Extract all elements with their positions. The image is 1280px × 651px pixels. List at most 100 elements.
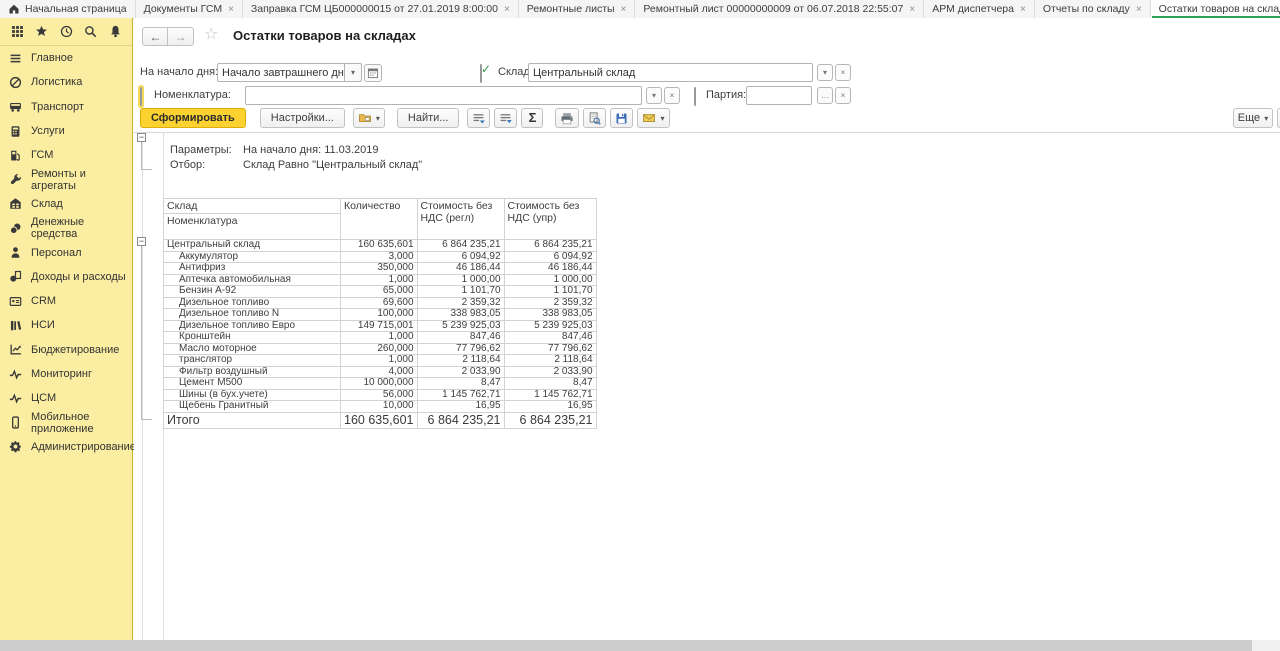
tab-close-icon[interactable]: × <box>504 4 510 15</box>
cell-qty[interactable]: 1,000 <box>341 355 418 367</box>
tab-close-icon[interactable]: × <box>228 4 234 15</box>
cell-cost-regl[interactable]: 338 983,05 <box>417 309 504 321</box>
warehouse-clear-button[interactable]: × <box>835 64 851 81</box>
cell-qty[interactable]: 100,000 <box>341 309 418 321</box>
sidebar-item-income-expense[interactable]: Доходы и расходы <box>0 265 132 289</box>
tab-gsm-docs[interactable]: Документы ГСМ× <box>136 0 243 18</box>
tab-close-icon[interactable]: × <box>621 4 627 15</box>
sidebar-item-personnel[interactable]: Персонал <box>0 240 132 264</box>
batch-checkbox[interactable] <box>694 87 696 106</box>
period-dropdown-button[interactable]: ▾ <box>345 63 362 82</box>
sidebar-item-monitoring[interactable]: Мониторинг <box>0 362 132 386</box>
cell-cost-upr[interactable]: 77 796,62 <box>504 343 596 355</box>
sidebar-item-money[interactable]: Денежные средства <box>0 216 132 240</box>
cell-cost-regl[interactable]: 77 796,62 <box>417 343 504 355</box>
period-input[interactable]: Начало завтрашнего дня <box>217 63 345 82</box>
cell-qty[interactable]: 3,000 <box>341 251 418 263</box>
column-header-cost-upr[interactable]: Стоимость без НДС (упр) <box>504 199 596 240</box>
cell-qty[interactable]: 1,000 <box>341 274 418 286</box>
cell-name[interactable]: Центральный склад <box>164 240 341 252</box>
cell-qty[interactable]: 10,000 <box>341 401 418 413</box>
cell-cost-upr[interactable]: 6 864 235,21 <box>504 240 596 252</box>
tab-close-icon[interactable]: × <box>1020 4 1026 15</box>
batch-input[interactable] <box>746 86 812 105</box>
cell-cost-regl[interactable]: 2 118,64 <box>417 355 504 367</box>
column-header-group[interactable]: Склад <box>164 199 341 214</box>
totals-button[interactable]: Σ <box>521 108 543 128</box>
batch-clear-button[interactable]: × <box>835 87 851 104</box>
cell-cost-upr[interactable]: 2 118,64 <box>504 355 596 367</box>
tab-repair-list-doc[interactable]: Ремонтный лист 00000000009 от 06.07.2018… <box>635 0 924 18</box>
cell-qty[interactable]: 65,000 <box>341 286 418 298</box>
generate-button[interactable]: Сформировать <box>140 108 246 128</box>
warehouse-input[interactable]: Центральный склад <box>528 63 813 82</box>
horizontal-scrollbar-thumb[interactable] <box>0 640 1252 651</box>
cell-name[interactable]: Цемент М500 <box>164 378 341 390</box>
column-header-cost-regl[interactable]: Стоимость без НДС (регл) <box>417 199 504 240</box>
cell-name[interactable]: Итого <box>164 412 341 428</box>
cell-cost-upr[interactable]: 2 359,32 <box>504 297 596 309</box>
cell-name[interactable]: Дизельное топливо Евро <box>164 320 341 332</box>
cell-qty[interactable]: 10 000,000 <box>341 378 418 390</box>
cell-cost-upr[interactable]: 46 186,44 <box>504 263 596 275</box>
cell-qty[interactable]: 69,600 <box>341 297 418 309</box>
sidebar-item-nsi[interactable]: НСИ <box>0 313 132 337</box>
cell-cost-regl[interactable]: 5 239 925,03 <box>417 320 504 332</box>
expand-groups-button[interactable] <box>494 108 517 128</box>
cell-name[interactable]: Кронштейн <box>164 332 341 344</box>
cell-name[interactable]: Дизельное топливо N <box>164 309 341 321</box>
mail-button[interactable]: ▾ <box>637 108 669 128</box>
tab-close-icon[interactable]: × <box>909 4 915 15</box>
menu-grid-icon[interactable] <box>10 25 24 39</box>
cell-cost-upr[interactable]: 8,47 <box>504 378 596 390</box>
sidebar-item-csm[interactable]: ЦСМ <box>0 386 132 410</box>
favorite-star-icon[interactable]: ☆ <box>204 24 218 44</box>
cell-cost-upr[interactable]: 6 864 235,21 <box>504 412 596 428</box>
print-button[interactable] <box>555 108 579 128</box>
nomenclature-dropdown-button[interactable]: ▾ <box>646 87 662 104</box>
back-button[interactable]: ← <box>142 27 169 46</box>
cell-name[interactable]: Бензин А-92 <box>164 286 341 298</box>
cell-cost-upr[interactable]: 2 033,90 <box>504 366 596 378</box>
cell-name[interactable]: Аптечка автомобильная <box>164 274 341 286</box>
cell-cost-regl[interactable]: 2 033,90 <box>417 366 504 378</box>
cell-cost-upr[interactable]: 16,95 <box>504 401 596 413</box>
collapse-warehouse-group-button[interactable]: − <box>137 237 146 246</box>
cell-cost-regl[interactable]: 6 094,92 <box>417 251 504 263</box>
cell-cost-upr[interactable]: 338 983,05 <box>504 309 596 321</box>
cell-qty[interactable]: 350,000 <box>341 263 418 275</box>
find-button[interactable]: Найти... <box>397 108 460 128</box>
settings-button[interactable]: Настройки... <box>260 108 345 128</box>
sidebar-item-gsm[interactable]: ГСМ <box>0 143 132 167</box>
cell-name[interactable]: транслятор <box>164 355 341 367</box>
batch-select-button[interactable]: … <box>817 87 833 104</box>
sidebar-item-transport[interactable]: Транспорт <box>0 95 132 119</box>
tab-home[interactable]: Начальная страница <box>0 0 136 18</box>
cell-qty[interactable]: 1,000 <box>341 332 418 344</box>
cell-cost-regl[interactable]: 2 359,32 <box>417 297 504 309</box>
tab-gsm-fill[interactable]: Заправка ГСМ ЦБ000000015 от 27.01.2019 8… <box>243 0 519 18</box>
cell-qty[interactable]: 149 715,001 <box>341 320 418 332</box>
cell-cost-upr[interactable]: 847,46 <box>504 332 596 344</box>
forward-button[interactable]: → <box>167 27 194 46</box>
cell-cost-regl[interactable]: 8,47 <box>417 378 504 390</box>
cell-qty[interactable]: 160 635,601 <box>341 240 418 252</box>
tab-stock-balance[interactable]: Остатки товаров на складах× <box>1151 0 1280 18</box>
sidebar-item-administration[interactable]: Администрирование <box>0 435 132 459</box>
cell-name[interactable]: Масло моторное <box>164 343 341 355</box>
history-clock-icon[interactable] <box>59 25 73 39</box>
calendar-button[interactable] <box>364 64 382 82</box>
cell-qty[interactable]: 160 635,601 <box>341 412 418 428</box>
nomenclature-input[interactable] <box>245 86 642 105</box>
notifications-bell-icon[interactable] <box>108 25 122 39</box>
tab-dispatcher[interactable]: АРМ диспетчера× <box>924 0 1035 18</box>
report-variants-button[interactable]: ▾ <box>353 108 385 128</box>
sidebar-item-repairs[interactable]: Ремонты и агрегаты <box>0 167 132 191</box>
cell-cost-upr[interactable]: 1 000,00 <box>504 274 596 286</box>
collapse-header-group-button[interactable]: − <box>137 133 146 142</box>
column-header-qty[interactable]: Количество <box>341 199 418 240</box>
warehouse-dropdown-button[interactable]: ▾ <box>817 64 833 81</box>
cell-name[interactable]: Дизельное топливо <box>164 297 341 309</box>
sidebar-item-main[interactable]: Главное <box>0 46 132 70</box>
collapse-groups-button[interactable] <box>467 108 490 128</box>
